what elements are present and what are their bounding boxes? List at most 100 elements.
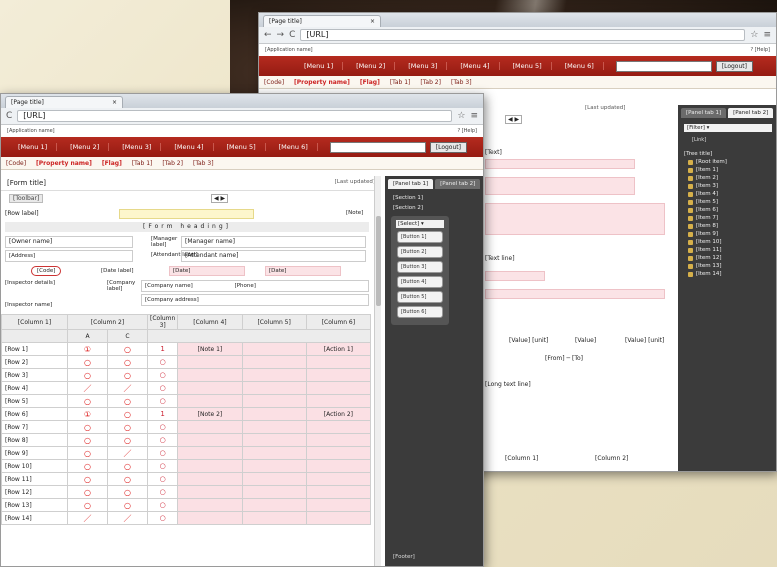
mark-a[interactable]: ○ (67, 420, 108, 434)
tree-item[interactable]: [Item 11] (678, 246, 776, 254)
mark-a[interactable]: ○ (67, 394, 108, 408)
note-cell[interactable] (177, 420, 243, 434)
mark-c[interactable]: ○ (107, 485, 148, 499)
back-field[interactable] (485, 289, 665, 299)
mark-c[interactable]: ○ (107, 342, 148, 356)
mark-a[interactable]: ○ (67, 446, 108, 460)
mark-a[interactable]: ○ (67, 433, 108, 447)
mark-c[interactable]: ○ (107, 394, 148, 408)
menu-item[interactable]: [Menu 2] (347, 62, 396, 70)
mark-a[interactable]: ○ (67, 368, 108, 382)
tree-item[interactable]: [Item 6] (678, 206, 776, 214)
tree-item[interactable]: [Item 3] (678, 182, 776, 190)
judgement[interactable]: ○ (146, 459, 179, 473)
menu-item[interactable]: [Menu 1] (9, 143, 58, 151)
judgement[interactable]: ○ (146, 433, 179, 447)
judgement[interactable]: ○ (146, 394, 179, 408)
mark-a[interactable]: ／ (67, 511, 108, 525)
side-tab[interactable]: [Panel tab 2] (435, 179, 481, 189)
back-field[interactable] (485, 177, 635, 195)
side-button[interactable]: [Button 3] (397, 261, 443, 273)
tree-item[interactable]: [Item 10] (678, 238, 776, 246)
url-input[interactable]: [URL] (300, 29, 746, 41)
side-footer[interactable]: [Footer] (393, 554, 415, 560)
note-cell[interactable] (177, 433, 243, 447)
close-icon[interactable]: × (112, 97, 117, 108)
mark-c[interactable]: ○ (107, 472, 148, 486)
panel-link[interactable]: [Link] (678, 135, 776, 145)
action-cell[interactable]: [Action 1] (305, 342, 372, 356)
browser-tab[interactable]: [Page title] × (263, 15, 381, 27)
logout-button[interactable]: [Logout] (429, 141, 467, 153)
help-link[interactable]: ? [Help] (457, 128, 477, 134)
mark-a[interactable]: ○ (67, 355, 108, 369)
action-cell[interactable] (305, 485, 372, 499)
judgement[interactable]: ○ (146, 381, 179, 395)
judgement[interactable]: ○ (146, 472, 179, 486)
tree-item[interactable]: [Item 13] (678, 262, 776, 270)
note-cell[interactable] (177, 381, 243, 395)
mark-a[interactable]: ① (67, 407, 108, 421)
extra-cell[interactable] (241, 446, 307, 460)
extra-cell[interactable] (241, 342, 307, 356)
action-cell[interactable] (305, 498, 372, 512)
tree-item[interactable]: [Item 7] (678, 214, 776, 222)
browser-tab[interactable]: [Page title] × (5, 96, 123, 108)
logout-button[interactable]: [Logout] (715, 60, 753, 72)
note-cell[interactable] (177, 472, 243, 486)
judgement[interactable]: 1 (146, 407, 179, 421)
judgement[interactable]: 1 (146, 342, 179, 356)
reload-icon[interactable]: C (289, 30, 295, 40)
tree-root[interactable]: [Root item] (678, 158, 776, 166)
note-cell[interactable] (177, 485, 243, 499)
mark-c[interactable]: ○ (107, 498, 148, 512)
side-button[interactable]: [Button 1] (397, 231, 443, 243)
note-cell[interactable]: [Note 2] (177, 407, 243, 421)
property-tab[interactable]: [Tab 3] (193, 160, 214, 167)
note-cell[interactable] (177, 459, 243, 473)
menu-item[interactable]: [Menu 6] (556, 62, 604, 70)
action-cell[interactable] (305, 459, 372, 473)
side-select[interactable]: [Select] ▾ (396, 220, 444, 228)
extra-cell[interactable] (241, 394, 307, 408)
side-section[interactable]: [Section 1] (385, 192, 483, 204)
judgement[interactable]: ○ (146, 485, 179, 499)
judgement[interactable]: ○ (146, 511, 179, 525)
note-cell[interactable] (177, 511, 243, 525)
mark-a[interactable]: ○ (67, 498, 108, 512)
menu-icon[interactable]: ≡ (470, 111, 478, 121)
property-tab[interactable]: [Tab 2] (420, 79, 441, 86)
menu-item[interactable]: [Menu 5] (504, 62, 552, 70)
side-tab[interactable]: [Panel tab 2] (728, 108, 774, 118)
judgement[interactable]: ○ (146, 446, 179, 460)
search-input[interactable] (615, 60, 712, 72)
mark-c[interactable]: ○ (107, 355, 148, 369)
extra-cell[interactable] (241, 459, 307, 473)
note-cell[interactable] (177, 446, 243, 460)
mark-a[interactable]: ○ (67, 485, 108, 499)
back-field[interactable] (485, 271, 545, 281)
menu-icon[interactable]: ≡ (763, 30, 771, 40)
action-cell[interactable] (305, 368, 372, 382)
menu-item[interactable]: [Menu 2] (61, 143, 110, 151)
extra-cell[interactable] (241, 407, 307, 421)
mark-c[interactable]: ／ (107, 511, 148, 525)
pager[interactable]: ◀ ▶ (505, 115, 523, 124)
property-tab[interactable]: [Tab 3] (451, 79, 472, 86)
tree-item[interactable]: [Item 14] (678, 270, 776, 278)
back-field[interactable] (485, 159, 635, 169)
extra-cell[interactable] (241, 368, 307, 382)
title-field[interactable] (119, 209, 254, 219)
mark-c[interactable]: ○ (107, 433, 148, 447)
forward-icon[interactable]: → (277, 30, 285, 40)
form-toolbar[interactable]: [Toolbar] (9, 194, 44, 203)
note-cell[interactable] (177, 394, 243, 408)
date-from[interactable]: [Date] (169, 266, 245, 276)
side-tab[interactable]: [Panel tab 1] (681, 108, 727, 118)
note-cell[interactable] (177, 498, 243, 512)
help-link[interactable]: ? [Help] (750, 47, 770, 53)
tree-item[interactable]: [Item 2] (678, 174, 776, 182)
tree-item[interactable]: [Item 12] (678, 254, 776, 262)
menu-item[interactable]: [Menu 5] (218, 143, 266, 151)
search-input[interactable] (329, 141, 426, 153)
